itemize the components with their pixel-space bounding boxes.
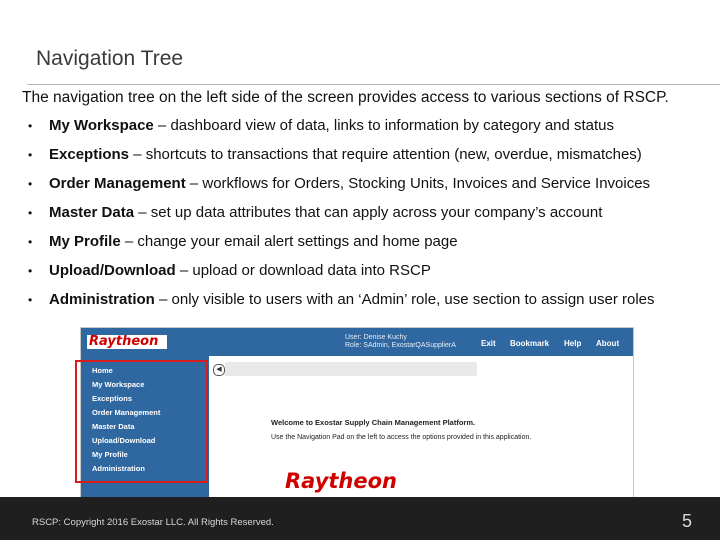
raytheon-large-logo: Raytheon: [285, 469, 397, 493]
slide-title: Navigation Tree: [36, 47, 184, 70]
arrow-left-icon[interactable]: ◀: [213, 364, 225, 376]
bullet-term: Administration: [49, 291, 155, 308]
app-header-bar: Raytheon User: Denise Kuchy Role: SAdmin…: [81, 328, 633, 356]
bookmark-link[interactable]: Bookmark: [510, 339, 549, 348]
app-toolbar: [225, 362, 477, 376]
navigation-highlight-box: [75, 360, 208, 483]
bullet-term: Exceptions: [49, 146, 130, 163]
user-name: User: Denise Kuchy: [345, 334, 407, 341]
user-role: Role: SAdmin, ExostarQASupplierA: [345, 342, 456, 349]
bullet-item: • Administration – only visible to users …: [28, 291, 655, 320]
bullet-dot: •: [28, 264, 33, 278]
bullet-desc: – workflows for Orders, Stocking Units, …: [185, 175, 651, 192]
bullet-desc: – set up data attributes that can apply …: [134, 204, 603, 221]
bullet-item: • My Workspace – dashboard view of data, …: [28, 117, 655, 146]
bullet-item: • Upload/Download – upload or download da…: [28, 262, 655, 291]
intro-text: The navigation tree on the left side of …: [22, 89, 669, 106]
bullet-desc: – change your email alert settings and h…: [120, 233, 458, 250]
bullet-term: My Workspace: [49, 117, 154, 134]
logo-text: Raytheon: [89, 334, 159, 349]
bullet-dot: •: [28, 177, 33, 191]
bullet-dot: •: [28, 235, 33, 249]
bullet-dot: •: [28, 148, 33, 162]
page-number: 5: [681, 511, 692, 531]
bullet-desc: – only visible to users with an ‘Admin’ …: [154, 291, 655, 308]
bullet-term: My Profile: [49, 233, 121, 250]
welcome-subtext: Use the Navigation Pad on the left to ac…: [271, 434, 532, 441]
bullet-term: Upload/Download: [49, 262, 176, 279]
bullet-desc: – dashboard view of data, links to infor…: [153, 117, 615, 134]
help-link[interactable]: Help: [564, 339, 581, 348]
bullet-item: • Exceptions – shortcuts to transactions …: [28, 146, 655, 175]
about-link[interactable]: About: [596, 339, 619, 348]
bullet-term: Master Data: [49, 204, 135, 221]
bullet-item: • Order Management – workflows for Orders…: [28, 175, 655, 204]
bullet-item: • Master Data – set up data attributes th…: [28, 204, 655, 233]
copyright-text: RSCP: Copyright 2016 Exostar LLC. All Ri…: [32, 517, 274, 528]
bullet-dot: •: [28, 119, 33, 133]
welcome-heading: Welcome to Exostar Supply Chain Manageme…: [271, 418, 476, 427]
bullet-dot: •: [28, 206, 33, 220]
bullet-dot: •: [28, 293, 33, 307]
title-divider: [27, 84, 720, 85]
bullet-item: • My Profile – change your email alert se…: [28, 233, 655, 262]
bullet-list: • My Workspace – dashboard view of data, …: [28, 117, 655, 320]
bullet-desc: – shortcuts to transactions that require…: [129, 146, 642, 163]
raytheon-logo: Raytheon: [87, 334, 167, 349]
bullet-term: Order Management: [49, 175, 186, 192]
exit-link[interactable]: Exit: [481, 339, 496, 348]
slide-footer: RSCP: Copyright 2016 Exostar LLC. All Ri…: [0, 497, 720, 540]
bullet-desc: – upload or download data into RSCP: [175, 262, 431, 279]
user-info: User: Denise Kuchy Role: SAdmin, Exostar…: [345, 334, 456, 350]
